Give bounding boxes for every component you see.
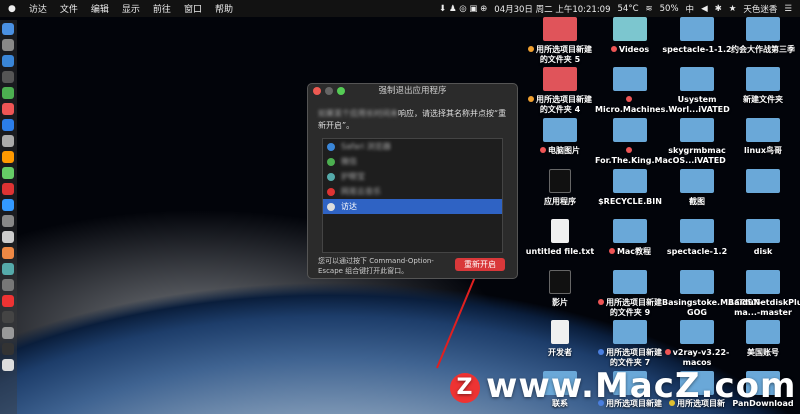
app-list-item[interactable]: 护眼宝 [323,169,502,184]
app-name: 微信 [341,157,357,166]
app-list-item[interactable]: 微信 [323,154,502,169]
app-name: Safari 浏览器 [341,142,391,151]
app-name: 访达 [341,202,357,211]
zoom-button[interactable] [337,87,345,95]
app-list[interactable]: Safari 浏览器 微信护眼宝网易云音乐访达 [322,138,503,253]
relaunch-button[interactable]: 重新开启 [455,258,505,271]
app-list-item[interactable]: 网易云音乐 [323,184,502,199]
app-list-item[interactable]: Safari 浏览器 [323,139,502,154]
app-icon [327,157,335,166]
dialog-message: 如果某个应用长时间未响应，请选择其名称并点按“重新开启”。 [318,109,507,130]
app-icon [327,202,335,211]
minimize-button[interactable] [325,87,333,95]
app-icon [327,187,335,196]
watermark: Zwww.MacZ.com [450,366,796,406]
app-icon [327,142,335,151]
app-list-item[interactable]: 访达 [323,199,502,214]
app-name: 护眼宝 [341,172,365,181]
dialog-title: 强制退出应用程序 [378,86,447,96]
dialog-footer: 您可以通过按下 Command-Option-Escape 组合键打开此窗口。 [318,257,434,275]
force-quit-dialog: 强制退出应用程序 如果某个应用长时间未响应，请选择其名称并点按“重新开启”。 S… [307,83,518,279]
app-icon [327,172,335,181]
close-button[interactable] [313,87,321,95]
app-name: 网易云音乐 [341,187,381,196]
